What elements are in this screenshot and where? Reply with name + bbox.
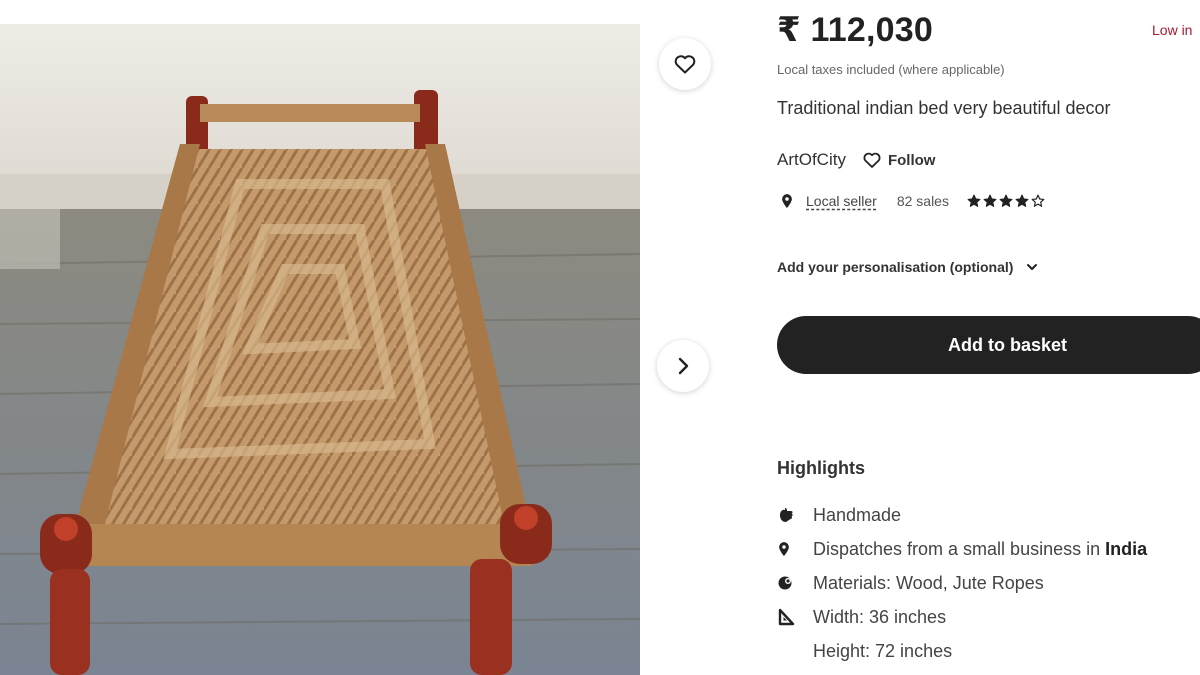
chevron-down-icon bbox=[1027, 264, 1038, 270]
favorite-button[interactable] bbox=[659, 38, 711, 90]
highlight-text-main: Dispatches from a small business in bbox=[813, 538, 1106, 559]
highlight-text: Dispatches from a small business in Indi… bbox=[813, 539, 1147, 560]
highlight-text: Materials: Wood, Jute Ropes bbox=[813, 572, 1044, 593]
shop-row: ArtOfCity Follow bbox=[777, 150, 935, 170]
next-image-button[interactable] bbox=[657, 340, 709, 392]
materials-icon bbox=[778, 576, 792, 590]
tax-note: Local taxes included (where applicable) bbox=[777, 62, 1005, 77]
chevron-right-icon bbox=[678, 357, 689, 375]
highlight-item: Handmade bbox=[777, 498, 1147, 532]
location-pin-icon bbox=[779, 542, 789, 557]
heart-icon bbox=[674, 55, 696, 74]
shop-name-link[interactable]: ArtOfCity bbox=[777, 150, 846, 170]
personalisation-label: Add your personalisation (optional) bbox=[777, 259, 1014, 275]
star-empty-icon bbox=[1031, 194, 1045, 207]
highlight-text: Handmade bbox=[813, 504, 902, 525]
sales-count: 82 sales bbox=[896, 193, 949, 209]
product-price: ₹ 112,030 bbox=[777, 11, 933, 49]
location-pin-icon bbox=[782, 194, 792, 209]
product-image[interactable] bbox=[0, 24, 640, 675]
star-filled-icon bbox=[967, 194, 981, 207]
star-filled-icon bbox=[983, 194, 997, 207]
highlights-heading: Highlights bbox=[777, 458, 865, 478]
ruler-icon bbox=[778, 608, 795, 626]
stock-note: Low in bbox=[1152, 22, 1193, 38]
star-filled-icon bbox=[1015, 194, 1029, 207]
handmade-icon bbox=[780, 508, 793, 522]
rating-stars[interactable] bbox=[967, 194, 1045, 208]
add-to-basket-button[interactable]: Add to basket bbox=[777, 316, 1200, 374]
follow-shop-button[interactable]: Follow bbox=[862, 151, 936, 169]
highlight-country: India bbox=[1105, 538, 1148, 559]
product-info-panel: ₹ 112,030 Low in Local taxes included (w… bbox=[777, 0, 1200, 675]
highlight-item: Materials: Wood, Jute Ropes bbox=[777, 566, 1147, 600]
highlight-text: Height: 72 inches bbox=[813, 640, 953, 661]
product-title: Traditional indian bed very beautiful de… bbox=[777, 98, 1111, 118]
highlight-item: Width: 36 inches bbox=[777, 600, 1147, 634]
local-seller-link[interactable]: Local seller bbox=[806, 193, 877, 209]
seller-row: Local seller 82 sales bbox=[780, 193, 1045, 209]
heart-outline-icon bbox=[863, 152, 881, 168]
product-photo-bed bbox=[0, 24, 640, 675]
star-filled-icon bbox=[999, 194, 1013, 207]
highlight-item: Dispatches from a small business in Indi… bbox=[777, 532, 1147, 566]
follow-label: Follow bbox=[887, 151, 936, 169]
highlight-text: Width: 36 inches bbox=[813, 606, 947, 627]
highlight-item: Height: 72 inches bbox=[777, 634, 1147, 668]
highlights-list: Handmade Dispatches from a small busines… bbox=[777, 498, 1147, 668]
personalisation-toggle[interactable]: Add your personalisation (optional) bbox=[777, 259, 1039, 275]
